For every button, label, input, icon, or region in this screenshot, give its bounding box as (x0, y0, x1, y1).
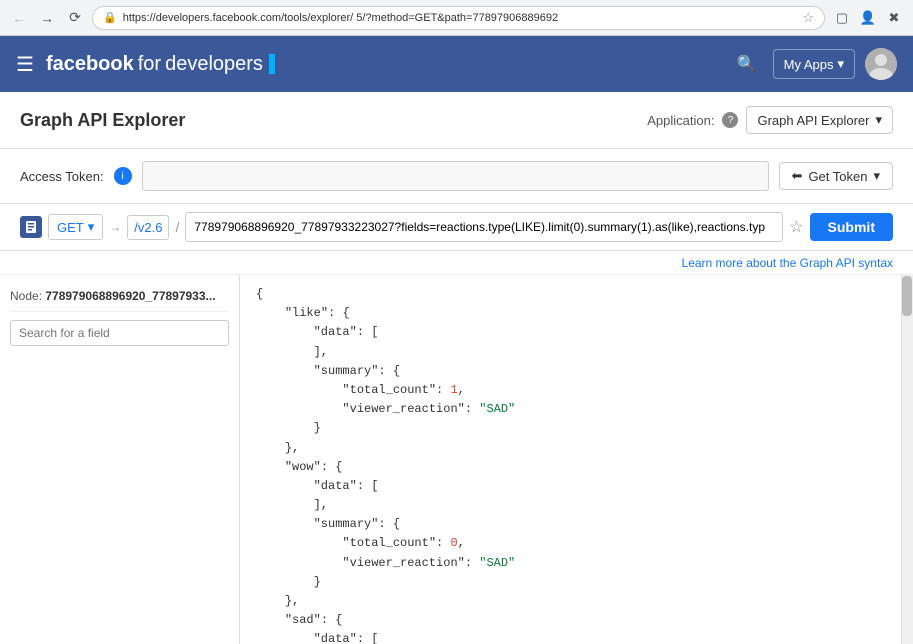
json-output-panel[interactable]: { "like": { "data": [ ], "summary": { "t… (240, 275, 913, 644)
app-selector-dropdown-icon: ▾ (875, 112, 882, 128)
version-label: /v2.6 (134, 220, 162, 235)
nav-right: 🔍 My Apps ▾ (731, 48, 897, 80)
doc-icon[interactable] (20, 216, 42, 238)
bookmark-url-button[interactable]: ☆ (789, 217, 803, 237)
url-separator-slash: / (175, 219, 179, 235)
access-token-row: Access Token: i ⬅ Get Token ▾ (0, 149, 913, 204)
get-token-label: Get Token (808, 169, 867, 184)
field-search-input[interactable] (10, 320, 229, 346)
learn-more-link[interactable]: Learn more about the Graph API syntax (682, 256, 893, 270)
my-apps-label: My Apps (784, 57, 834, 72)
url-separator-arrow: → (109, 220, 121, 234)
browser-actions: ▢ 👤 ✖ (831, 7, 905, 29)
submit-button[interactable]: Submit (810, 213, 893, 241)
my-apps-dropdown-icon: ▾ (837, 56, 844, 72)
my-apps-button[interactable]: My Apps ▾ (773, 49, 855, 79)
tool-title: Graph API Explorer (20, 110, 185, 131)
node-value: 778979068896920_77897933... (45, 289, 215, 303)
user-avatar[interactable] (865, 48, 897, 80)
method-label: GET (57, 220, 84, 235)
token-info-icon[interactable]: i (114, 167, 132, 185)
brand-for-text: for (138, 53, 161, 76)
browser-chrome: ← → ⟳ 🔒 https://developers.facebook.com/… (0, 0, 913, 36)
back-button[interactable]: ← (8, 7, 30, 29)
method-selector[interactable]: GET ▾ (48, 214, 103, 240)
token-label: Access Token: (20, 169, 104, 184)
brand-logo: facebook for developers (46, 53, 275, 76)
brand-developers-text: developers (165, 53, 263, 76)
access-token-input[interactable] (142, 161, 769, 191)
explorer-body: Node: 778979068896920_77897933... { "lik… (0, 275, 913, 644)
refresh-button[interactable]: ⟳ (64, 7, 86, 29)
submit-label: Submit (828, 219, 875, 235)
top-navigation: ☰ facebook for developers 🔍 My Apps ▾ (0, 36, 913, 92)
application-help-icon[interactable]: ? (722, 112, 738, 128)
node-prefix: Node: (10, 289, 45, 303)
node-label: Node: 778979068896920_77897933... (10, 285, 229, 312)
get-token-button[interactable]: ⬅ Get Token ▾ (779, 162, 893, 190)
main-content: Graph API Explorer Application: ? Graph … (0, 92, 913, 644)
url-text: https://developers.facebook.com/tools/ex… (123, 12, 797, 24)
version-selector[interactable]: /v2.6 (127, 215, 169, 240)
scrollbar-track[interactable] (901, 275, 913, 644)
left-panel: Node: 778979068896920_77897933... (0, 275, 240, 644)
star-icon: ☆ (789, 219, 803, 236)
extensions-button[interactable]: ▢ (831, 7, 853, 29)
get-token-dropdown-icon: ▾ (873, 168, 880, 184)
bookmark-icon[interactable]: ☆ (802, 10, 814, 26)
search-button[interactable]: 🔍 (731, 48, 763, 80)
hamburger-menu-button[interactable]: ☰ (16, 52, 34, 77)
app-selector-label: Graph API Explorer (757, 113, 869, 128)
brand-facebook-text: facebook (46, 53, 134, 76)
url-bar-row: GET ▾ → /v2.6 / ☆ Submit (0, 204, 913, 251)
get-token-arrow-icon: ⬅ (792, 168, 803, 184)
application-label: Application: (647, 113, 714, 128)
tool-header: Graph API Explorer Application: ? Graph … (0, 92, 913, 149)
forward-button[interactable]: → (36, 7, 58, 29)
application-section: Application: ? Graph API Explorer ▾ (647, 106, 893, 134)
profile-button[interactable]: 👤 (857, 7, 879, 29)
brand-square-decoration (269, 54, 275, 74)
scrollbar-thumb[interactable] (902, 276, 912, 316)
address-bar[interactable]: 🔒 https://developers.facebook.com/tools/… (92, 6, 825, 30)
learn-more-row: Learn more about the Graph API syntax (0, 251, 913, 275)
url-path-input[interactable] (185, 212, 783, 242)
method-dropdown-icon: ▾ (88, 219, 95, 235)
menu-button[interactable]: ✖ (883, 7, 905, 29)
app-selector-button[interactable]: Graph API Explorer ▾ (746, 106, 893, 134)
json-content: { "like": { "data": [ ], "summary": { "t… (256, 285, 897, 644)
lock-icon: 🔒 (103, 11, 117, 24)
